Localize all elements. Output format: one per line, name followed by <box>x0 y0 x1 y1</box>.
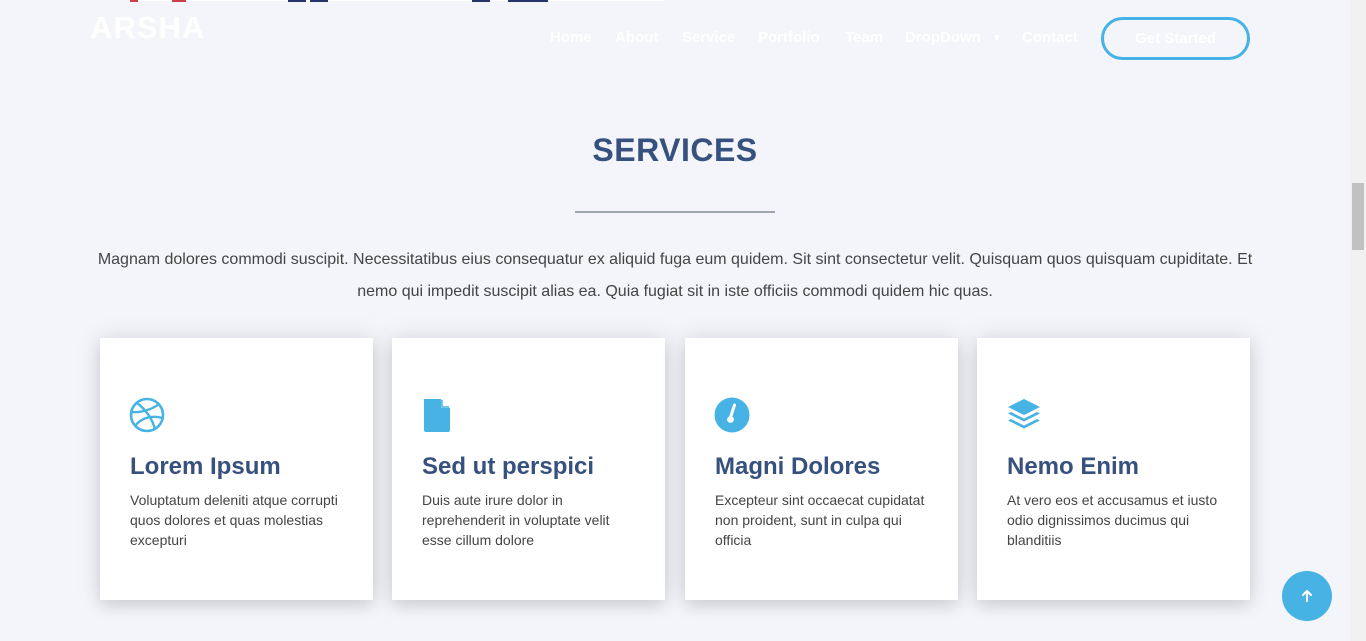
service-title[interactable]: Magni Dolores <box>715 453 945 481</box>
get-started-button[interactable]: Get Started <box>1101 17 1250 60</box>
site-logo[interactable]: ARSHA <box>90 10 205 46</box>
nav-item-team[interactable]: Team <box>845 29 883 46</box>
service-title[interactable]: Nemo Enim <box>1007 453 1237 481</box>
service-text: Excepteur sint occaecat cupidatat non pr… <box>715 492 925 548</box>
nav-item-home[interactable]: Home <box>550 29 592 46</box>
section-title: SERVICES <box>592 132 758 168</box>
service-card-magni-dolores[interactable]: Magni Dolores Excepteur sint occaecat cu… <box>685 338 958 600</box>
nav-item-service[interactable]: Service <box>682 29 735 46</box>
nav-item-about[interactable]: About <box>615 29 658 46</box>
speedometer-icon <box>714 397 750 433</box>
section-description: Magnam dolores commodi suscipit. Necessi… <box>97 251 1253 300</box>
arrow-up-icon <box>1302 590 1312 602</box>
layers-icon <box>1008 399 1040 429</box>
title-divider <box>575 211 775 213</box>
back-to-top-button[interactable] <box>1282 571 1332 621</box>
dribbble-icon <box>129 397 165 433</box>
service-card-lorem-ipsum[interactable]: Lorem Ipsum Voluptatum deleniti atque co… <box>100 338 373 600</box>
file-icon <box>424 399 450 432</box>
service-text: At vero eos et accusamus et iusto odio d… <box>1007 492 1218 548</box>
page-scrollbar[interactable] <box>1350 0 1366 641</box>
service-card-nemo-enim[interactable]: Nemo Enim At vero eos et accusamus et iu… <box>977 338 1250 600</box>
service-title[interactable]: Sed ut perspici <box>422 453 652 481</box>
nav-item-portfolio[interactable]: Portfolio <box>758 29 820 46</box>
nav-item-contact[interactable]: Contact <box>1022 29 1078 46</box>
site-header: ARSHA Home About Service Portfolio Team … <box>0 0 1350 78</box>
scrollbar-thumb[interactable] <box>1352 183 1364 250</box>
service-text: Duis aute irure dolor in reprehenderit i… <box>422 492 610 548</box>
service-card-sed-ut-perspici[interactable]: Sed ut perspici Duis aute irure dolor in… <box>392 338 665 600</box>
service-title[interactable]: Lorem Ipsum <box>130 453 360 481</box>
nav-item-dropdown[interactable]: DropDown <box>905 29 981 46</box>
service-text: Voluptatum deleniti atque corrupti quos … <box>130 492 338 548</box>
chevron-down-icon: ▾ <box>994 32 1000 44</box>
page: ARSHA Home About Service Portfolio Team … <box>0 0 1366 641</box>
